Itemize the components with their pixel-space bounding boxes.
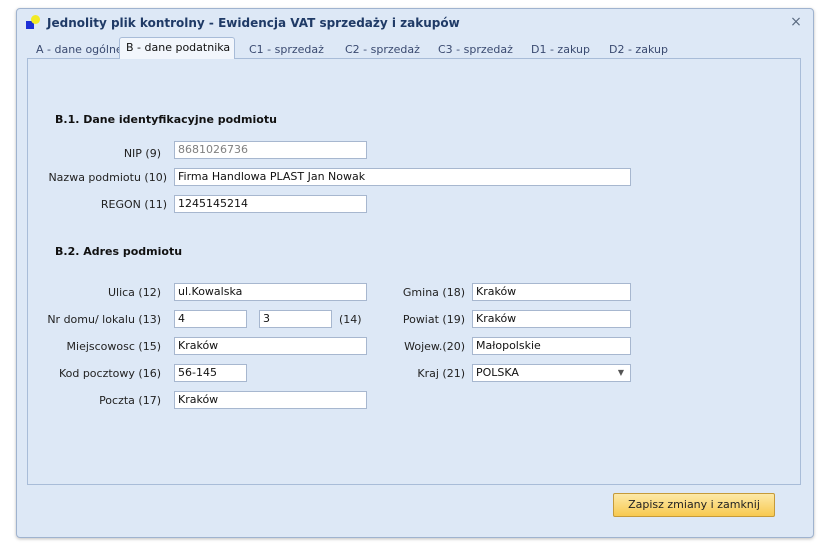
dialog-window: Jednolity plik kontrolny - Ewidencja VAT… [16,8,814,538]
regon-label: REGON (11) [100,198,167,211]
street-field[interactable]: ul.Kowalska [174,283,367,301]
voivodeship-label: Wojew.(20) [404,340,465,353]
company-name-label: Nazwa podmiotu (10) [48,171,167,184]
postcode-label: Kod pocztowy (16) [58,367,161,380]
house-number-field[interactable]: 4 [174,310,247,328]
tab-a-general[interactable]: A - dane ogólne [36,41,123,59]
tab-d2-purchase[interactable]: D2 - zakup [609,41,668,59]
tab-b-taxpayer[interactable]: B - dane podatnika [119,37,235,59]
nip-label: NIP (9) [123,147,161,160]
street-label: Ulica (12) [107,286,161,299]
tab-c3-sales[interactable]: C3 - sprzedaż [438,41,513,59]
tab-c2-sales[interactable]: C2 - sprzedaż [345,41,420,59]
section-b1-title: B.1. Dane identyfikacyjne podmiotu [55,113,277,126]
close-icon[interactable]: × [788,14,804,30]
regon-field[interactable]: 1245145214 [174,195,367,213]
save-button-label: Zapisz zmiany i zamknij [628,498,760,511]
city-field[interactable]: Kraków [174,337,367,355]
window-title: Jednolity plik kontrolny - Ewidencja VAT… [47,16,460,30]
tab-panel-b: B.1. Dane identyfikacyjne podmiotu NIP (… [27,58,801,485]
company-name-field[interactable]: Firma Handlowa PLAST Jan Nowak [174,168,631,186]
commune-label: Gmina (18) [402,286,465,299]
flat-number-label: (14) [339,313,362,326]
section-b2-title: B.2. Adres podmiotu [55,245,183,258]
nip-field[interactable]: 8681026736 [174,141,367,159]
chevron-down-icon[interactable]: ▼ [618,365,624,381]
country-label: Kraj (21) [417,367,465,380]
country-select[interactable]: POLSKA ▼ [472,364,631,382]
post-office-field[interactable]: Kraków [174,391,367,409]
flat-number-field[interactable]: 3 [259,310,332,328]
country-select-value: POLSKA [476,366,519,379]
county-label: Powiat (19) [402,313,465,326]
save-and-close-button[interactable]: Zapisz zmiany i zamknij [613,493,775,517]
county-field[interactable]: Kraków [472,310,631,328]
tab-c1-sales[interactable]: C1 - sprzedaż [249,41,324,59]
house-number-label: Nr domu/ lokalu (13) [47,313,161,326]
tab-bar: A - dane ogólne B - dane podatnika C1 - … [25,37,805,59]
app-logo-icon [26,15,40,31]
postcode-field[interactable]: 56-145 [174,364,247,382]
commune-field[interactable]: Kraków [472,283,631,301]
tab-d1-purchase[interactable]: D1 - zakup [531,41,590,59]
post-office-label: Poczta (17) [99,394,161,407]
title-bar[interactable]: Jednolity plik kontrolny - Ewidencja VAT… [17,9,813,37]
city-label: Miejscowosc (15) [66,340,161,353]
voivodeship-field[interactable]: Małopolskie [472,337,631,355]
